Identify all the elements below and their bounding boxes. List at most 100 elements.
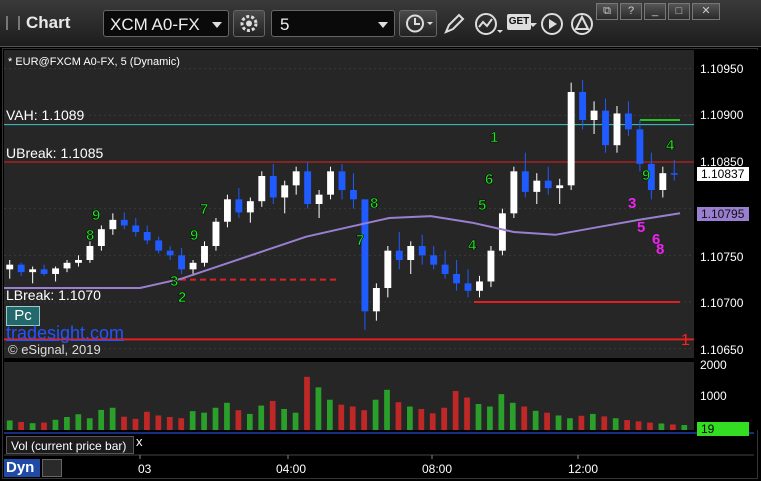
candle-body: [372, 288, 380, 312]
candle-body: [201, 246, 208, 263]
candle-body: [120, 219, 128, 226]
close-icon[interactable]: x: [136, 434, 143, 449]
volume-study-label[interactable]: Vol (current price bar): [6, 436, 134, 454]
volume-tick: 1000: [700, 389, 727, 403]
candle-body: [52, 268, 59, 274]
candle-body: [109, 219, 117, 230]
candle-body: [132, 225, 140, 232]
volume-bar: [338, 404, 345, 430]
volume-bar: [144, 411, 150, 430]
candle-body: [453, 274, 461, 284]
price-tick: 1.10650: [700, 343, 744, 357]
volume-bar: [98, 409, 105, 430]
setup-count-green: 9: [190, 227, 198, 244]
candle-body: [487, 250, 495, 282]
candle-body: [602, 110, 609, 146]
volume-bar: [487, 406, 493, 430]
volume-bar: [258, 405, 265, 430]
candle-body: [178, 255, 186, 270]
candle-body: [6, 264, 14, 270]
price-tick: 1.10750: [700, 250, 744, 264]
candle-body: [304, 171, 312, 204]
lock-icon[interactable]: [42, 459, 62, 477]
low-line-marker: 1: [681, 332, 690, 349]
candle-body: [155, 240, 163, 251]
ubreak-label: UBreak: 1.1085: [6, 145, 104, 161]
last-price-badge: 1.10837: [697, 167, 749, 181]
price-chart[interactable]: 987987654321943568: [0, 0, 761, 481]
study-title: * EUR@FXCM A0-FX, 5 (Dynamic): [8, 56, 180, 68]
setup-count-magenta: 3: [628, 195, 636, 212]
candle-body: [670, 173, 678, 175]
volume-bar: [452, 391, 459, 430]
candle-body: [579, 92, 587, 120]
candle-body: [246, 201, 254, 213]
setup-count-green: 5: [478, 197, 486, 214]
time-tick: 12:00: [568, 462, 599, 476]
candle-body: [544, 180, 552, 189]
setup-count-green: 4: [468, 237, 477, 254]
volume-bar: [41, 422, 47, 430]
time-tick: 08:00: [422, 462, 453, 476]
volume-bar: [624, 420, 630, 430]
volume-bar: [509, 402, 516, 430]
candle-body: [659, 173, 667, 190]
volume-tick: 2000: [700, 358, 727, 372]
candle-body: [430, 255, 438, 265]
candle-body: [498, 213, 506, 251]
copyright-text: © eSignal, 2019: [8, 342, 101, 357]
candle-body: [338, 171, 346, 190]
volume-bar: [224, 402, 230, 430]
volume-bar: [315, 387, 322, 430]
price-axis-pane: [694, 50, 758, 430]
price-tick: 1.10700: [700, 296, 744, 310]
volume-bar: [475, 404, 482, 430]
candle-body: [223, 199, 231, 222]
candle-body: [625, 113, 632, 130]
volume-bar: [201, 412, 207, 430]
setup-count-green: 8: [86, 227, 94, 244]
volume-bar: [395, 402, 402, 430]
volume-bar: [361, 410, 368, 430]
candle-body: [590, 110, 598, 120]
volume-bar: [29, 423, 36, 430]
volume-bar: [372, 399, 379, 430]
volume-bar: [121, 416, 127, 430]
dyn-button[interactable]: Dyn: [4, 459, 40, 477]
volume-bar: [669, 424, 676, 430]
volume-bar: [384, 389, 390, 430]
candle-body: [510, 171, 518, 214]
candle-body: [476, 281, 483, 291]
volume-bar: [281, 408, 287, 430]
price-tick: 1.10950: [700, 62, 744, 76]
volume-bar: [292, 412, 299, 430]
time-tick: 03: [138, 462, 152, 476]
volume-current-badge: 19: [697, 422, 749, 436]
candle-body: [281, 185, 289, 198]
volume-bar: [326, 399, 333, 430]
volume-bar: [532, 410, 539, 430]
volume-bar: [635, 421, 642, 430]
setup-count-magenta: 8: [656, 241, 664, 258]
volume-bar: [429, 413, 436, 430]
setup-count-green: 3: [170, 273, 178, 290]
setup-count-green: 9: [642, 167, 650, 184]
volume-bar: [681, 425, 688, 430]
ma-price-badge: 1.10795: [697, 207, 749, 221]
candle-body: [17, 264, 25, 273]
volume-bar: [464, 397, 470, 430]
candle-body: [567, 92, 575, 186]
volume-bar: [304, 376, 310, 430]
candle-body: [143, 232, 151, 241]
volume-bar: [52, 419, 59, 430]
volume-bar: [166, 417, 173, 430]
candle-body: [361, 199, 369, 312]
candle-body: [75, 260, 82, 263]
candle-body: [327, 171, 334, 195]
volume-bar: [155, 415, 162, 430]
tradesight-link[interactable]: tradesight.com: [6, 323, 124, 344]
candle-body: [189, 262, 197, 270]
volume-bar: [18, 421, 25, 430]
candle-body: [407, 246, 415, 260]
volume-bar: [86, 418, 93, 430]
